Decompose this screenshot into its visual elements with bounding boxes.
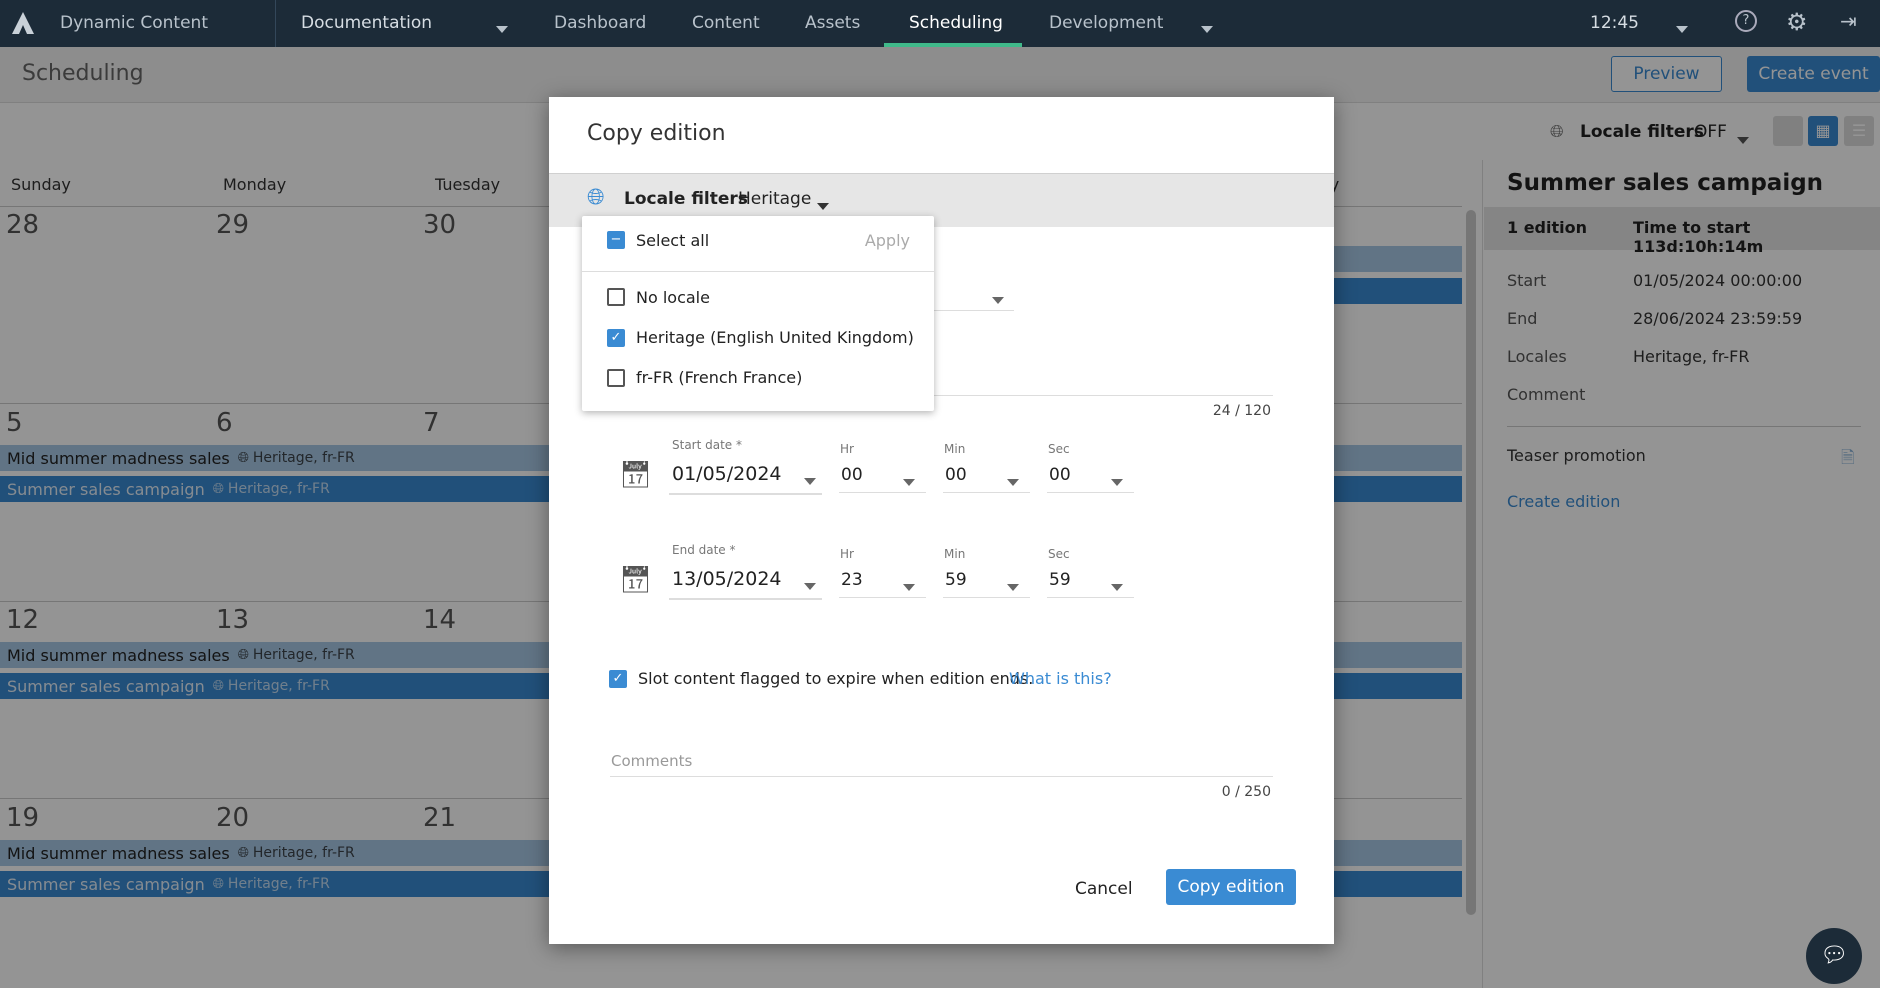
end-date-label: End date * bbox=[672, 543, 736, 557]
locale-checkbox[interactable] bbox=[607, 288, 625, 306]
start-hr-select[interactable]: 00 bbox=[841, 465, 863, 485]
chevron-down-icon[interactable] bbox=[1676, 18, 1688, 38]
nav-content[interactable]: Content bbox=[692, 13, 760, 33]
chevron-down-icon[interactable] bbox=[992, 289, 1004, 308]
sec-label: Sec bbox=[1048, 442, 1070, 456]
expire-checkbox[interactable]: ✓ bbox=[609, 670, 627, 688]
clock: 12:45 bbox=[1590, 13, 1639, 33]
select-all-checkbox[interactable]: − bbox=[607, 231, 625, 249]
dialog-title: Copy edition bbox=[587, 121, 726, 146]
comments-input[interactable]: Comments bbox=[611, 752, 692, 770]
top-nav: Dynamic Content Documentation Dashboard … bbox=[0, 0, 1880, 47]
gear-icon[interactable]: ⚙ bbox=[1786, 8, 1808, 36]
locale-filter-dropdown: − Select all Apply No locale ✓ Heritage … bbox=[582, 216, 934, 411]
expire-label: Slot content flagged to expire when edit… bbox=[638, 669, 1034, 688]
start-date-label: Start date * bbox=[672, 438, 743, 452]
end-hr-select[interactable]: 23 bbox=[841, 570, 863, 590]
help-icon[interactable]: ? bbox=[1735, 10, 1757, 32]
chevron-down-icon[interactable] bbox=[1201, 18, 1213, 38]
select-all-label[interactable]: Select all bbox=[636, 231, 709, 250]
select-field[interactable] bbox=[934, 310, 1014, 311]
nav-assets[interactable]: Assets bbox=[805, 13, 860, 33]
cancel-button[interactable]: Cancel bbox=[1075, 879, 1133, 899]
logo-icon bbox=[12, 12, 34, 34]
chevron-down-icon[interactable] bbox=[496, 18, 508, 38]
name-field[interactable] bbox=[934, 395, 1273, 396]
min-label: Min bbox=[944, 547, 966, 561]
calendar-icon[interactable]: 📅︎ bbox=[619, 460, 652, 490]
locale-option[interactable]: Heritage (English United Kingdom) bbox=[636, 328, 914, 347]
app-name: Dynamic Content bbox=[60, 13, 208, 33]
end-sec-select[interactable]: 59 bbox=[1049, 570, 1071, 590]
calendar-icon[interactable]: 📅︎ bbox=[619, 565, 652, 595]
end-date-input[interactable]: 13/05/2024 bbox=[672, 568, 782, 590]
start-min-select[interactable]: 00 bbox=[945, 465, 967, 485]
locale-checkbox[interactable]: ✓ bbox=[607, 329, 625, 347]
locale-option[interactable]: No locale bbox=[636, 288, 710, 307]
nav-dashboard[interactable]: Dashboard bbox=[554, 13, 646, 33]
globe-icon: 🌐︎ bbox=[587, 185, 605, 210]
copy-edition-button[interactable]: Copy edition bbox=[1166, 869, 1296, 905]
hr-label: Hr bbox=[840, 547, 854, 561]
chevron-down-icon[interactable] bbox=[817, 195, 829, 214]
nav-scheduling[interactable]: Scheduling bbox=[909, 13, 1003, 33]
hub-selector[interactable]: Documentation bbox=[301, 13, 432, 33]
locale-filter-label[interactable]: Locale filters bbox=[624, 189, 748, 209]
apply-button[interactable]: Apply bbox=[865, 231, 910, 250]
comments-counter: 0 / 250 bbox=[1221, 784, 1271, 800]
sec-label: Sec bbox=[1048, 547, 1070, 561]
chat-icon[interactable]: 💬︎ bbox=[1806, 928, 1862, 984]
locale-option[interactable]: fr-FR (French France) bbox=[636, 368, 802, 387]
name-counter: 24 / 120 bbox=[1212, 403, 1271, 419]
end-min-select[interactable]: 59 bbox=[945, 570, 967, 590]
locale-checkbox[interactable] bbox=[607, 369, 625, 387]
start-sec-select[interactable]: 00 bbox=[1049, 465, 1071, 485]
start-date-input[interactable]: 01/05/2024 bbox=[672, 463, 782, 485]
what-is-this-link[interactable]: What is this? bbox=[1009, 669, 1112, 688]
hr-label: Hr bbox=[840, 442, 854, 456]
nav-development[interactable]: Development bbox=[1049, 13, 1163, 33]
logout-icon[interactable]: ⇥ bbox=[1840, 9, 1857, 33]
locale-filter-value[interactable]: Heritage bbox=[738, 189, 811, 209]
min-label: Min bbox=[944, 442, 966, 456]
